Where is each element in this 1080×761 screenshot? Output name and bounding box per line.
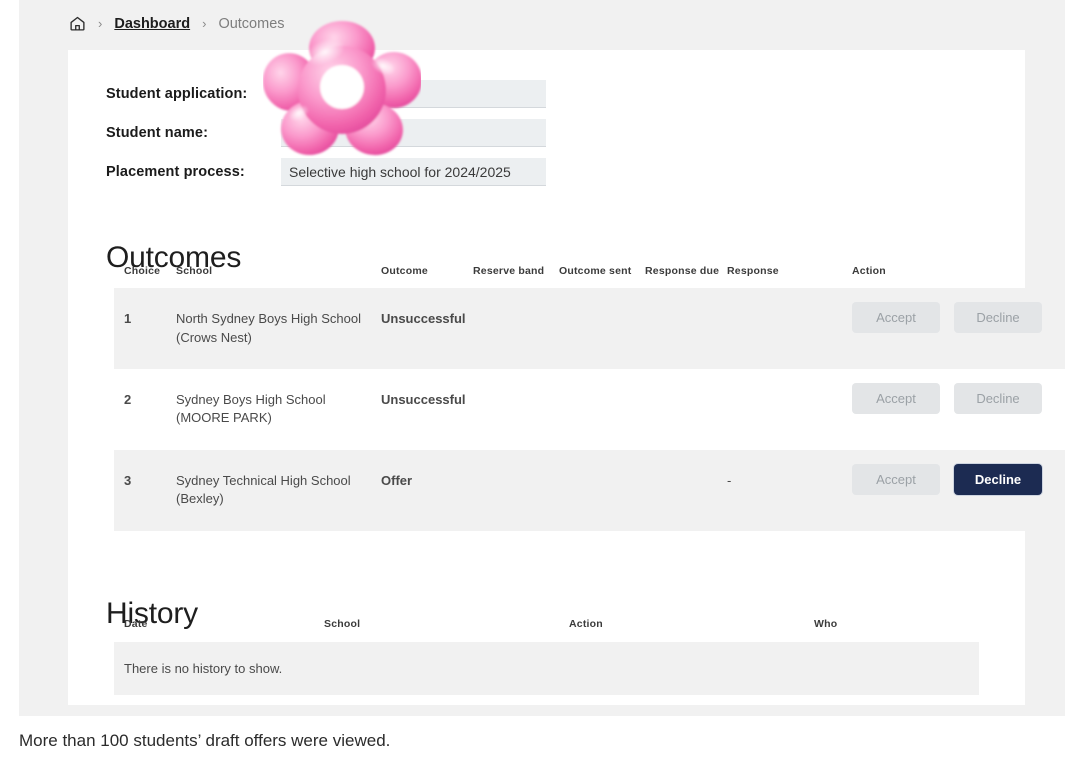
cell-response-due	[645, 450, 727, 531]
cell-school: North Sydney Boys High School (Crows Nes…	[176, 311, 361, 345]
breadcrumb-separator-2: ›	[202, 16, 207, 31]
cell-reserve-band	[473, 288, 559, 369]
cell-action: Accept Decline	[852, 288, 1065, 369]
action-button-group: Accept Decline	[852, 383, 1065, 415]
field-row-placement-process: Placement process: Selective high school…	[106, 158, 606, 186]
column-header-reserve-band: Reserve band	[473, 265, 545, 277]
table-row: 3 Sydney Technical High School (Bexley) …	[114, 449, 1065, 531]
breadcrumb-link-dashboard[interactable]: Dashboard	[114, 16, 190, 32]
decline-button[interactable]: Decline	[954, 302, 1042, 334]
column-header-date: Date	[124, 618, 148, 630]
cell-school: Sydney Boys High School (MOORE PARK)	[176, 392, 326, 426]
table-row: 1 North Sydney Boys High School (Crows N…	[114, 288, 1065, 370]
label-student-name: Student name:	[106, 125, 208, 141]
column-header-school: School	[324, 618, 361, 630]
student-details-form: Student application: Student name: Place…	[106, 80, 606, 197]
cell-outcome-sent	[559, 288, 645, 369]
cell-action: Accept Decline	[852, 369, 1065, 450]
label-student-application: Student application:	[106, 86, 248, 102]
column-header-outcome-sent: Outcome sent	[559, 265, 632, 277]
cell-outcome-sent	[559, 369, 645, 450]
cell-reserve-band	[473, 369, 559, 450]
table-row: 2 Sydney Boys High School (MOORE PARK) U…	[114, 369, 1065, 450]
breadcrumb-current-outcomes: Outcomes	[218, 15, 285, 32]
history-table: Date School Action Who There is no histo…	[114, 618, 979, 695]
outcomes-table-head: Choice School Outcome Reserve band Outco…	[114, 265, 1065, 288]
field-row-student-name: Student name:	[106, 119, 606, 147]
cell-choice: 2	[124, 392, 132, 408]
decline-button[interactable]: Decline	[954, 383, 1042, 415]
accept-button[interactable]: Accept	[852, 463, 940, 495]
outcomes-header-row: Choice School Outcome Reserve band Outco…	[114, 265, 1065, 288]
field-row-student-application: Student application:	[106, 80, 606, 108]
cell-response: -	[727, 472, 732, 488]
cell-action: Accept Decline	[852, 450, 1065, 531]
breadcrumb: › Dashboard › Outcomes	[69, 15, 285, 32]
value-student-application[interactable]	[281, 80, 546, 108]
decline-button[interactable]: Decline	[954, 463, 1042, 495]
cell-response	[727, 288, 852, 369]
column-header-action: Action	[569, 618, 603, 630]
history-empty-row: There is no history to show.	[114, 642, 979, 695]
column-header-response: Response	[727, 265, 779, 277]
accept-button[interactable]: Accept	[852, 383, 940, 415]
history-header-row: Date School Action Who	[114, 618, 979, 642]
cell-choice: 1	[124, 311, 132, 327]
history-table-head: Date School Action Who	[114, 618, 979, 642]
column-header-school: School	[176, 265, 213, 277]
history-empty-message: There is no history to show.	[114, 642, 979, 695]
column-header-who: Who	[814, 618, 838, 630]
column-header-action: Action	[852, 265, 886, 277]
column-header-response-due: Response due	[645, 265, 720, 277]
home-icon[interactable]	[69, 15, 86, 32]
cell-response-due	[645, 369, 727, 450]
cell-school: Sydney Technical High School (Bexley)	[176, 472, 351, 507]
value-student-name[interactable]	[281, 119, 546, 147]
breadcrumb-separator-1: ›	[98, 16, 103, 31]
cell-outcome: Unsuccessful	[381, 311, 466, 327]
action-button-group: Accept Decline	[852, 302, 1065, 334]
label-placement-process: Placement process:	[106, 164, 245, 180]
browser-screenshot-frame: › Dashboard › Outcomes Student applicati…	[19, 0, 1065, 716]
accept-button[interactable]: Accept	[852, 302, 940, 334]
cell-response-due	[645, 288, 727, 369]
cell-outcome: Offer	[381, 472, 413, 488]
cell-reserve-band	[473, 450, 559, 531]
history-table-body: There is no history to show.	[114, 642, 979, 695]
outcomes-table: Choice School Outcome Reserve band Outco…	[114, 265, 1065, 531]
figure-caption: More than 100 students’ draft offers wer…	[19, 731, 391, 750]
cell-outcome: Unsuccessful	[381, 392, 466, 408]
outcomes-table-body: 1 North Sydney Boys High School (Crows N…	[114, 288, 1065, 531]
column-header-choice: Choice	[124, 265, 161, 277]
column-header-outcome: Outcome	[381, 265, 428, 277]
value-placement-process[interactable]: Selective high school for 2024/2025	[281, 158, 546, 186]
action-button-group: Accept Decline	[852, 463, 1065, 495]
cell-outcome-sent	[559, 450, 645, 531]
cell-choice: 3	[124, 472, 132, 488]
cell-response	[727, 369, 852, 450]
content-card: Student application: Student name: Place…	[68, 50, 1065, 705]
